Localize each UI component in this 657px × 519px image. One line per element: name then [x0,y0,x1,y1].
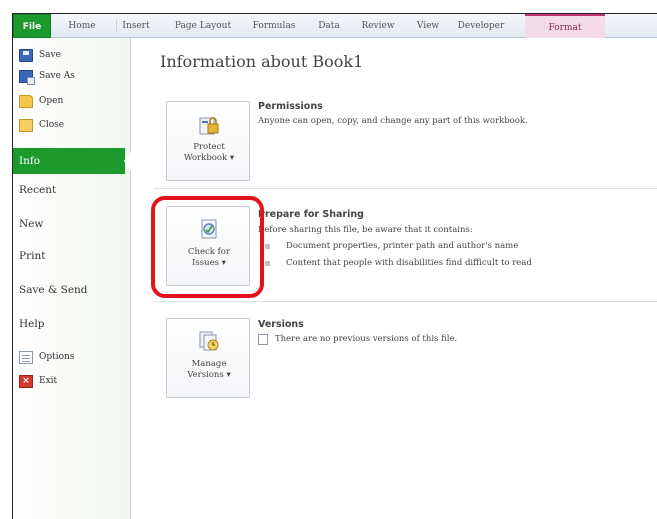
protect-workbook-label: Protect Workbook ▾ [167,142,251,164]
section-divider [154,188,657,189]
versions-text: There are no previous versions of this f… [275,334,458,344]
versions-heading: Versions [258,319,304,330]
tab-format[interactable]: Format [525,14,605,38]
document-versions-icon [258,334,268,345]
tab-page-layout[interactable]: Page Layout [173,14,233,38]
close-folder-icon [19,118,33,132]
highlight-annotation [151,196,264,298]
ribbon-tab-strip: File Home Insert Page Layout Formulas Da… [13,14,657,38]
tab-formulas[interactable]: Formulas [249,14,299,38]
nav-close-label: Close [39,120,65,130]
versions-icon [199,331,219,351]
manage-versions-button[interactable]: Manage Versions ▾ [166,318,250,398]
prepare-bullet-item: Document properties, printer path and au… [265,241,518,251]
open-folder-icon [19,94,33,108]
manage-versions-line2: Versions ▾ [187,370,231,380]
nav-recent[interactable]: Recent [19,184,56,196]
nav-options[interactable]: Options [19,348,74,366]
nav-open[interactable]: Open [19,92,63,110]
tab-view[interactable]: View [413,14,443,38]
save-as-icon [19,69,35,85]
nav-options-label: Options [39,352,75,362]
nav-new[interactable]: New [19,218,43,230]
tab-insert[interactable]: Insert [119,14,153,38]
prepare-sharing-text: Before sharing this file, be aware that … [258,225,473,235]
permissions-text: Anyone can open, copy, and change any pa… [258,116,528,126]
nav-close[interactable]: Close [19,116,64,134]
section-divider [154,301,657,302]
exit-icon: × [19,374,33,388]
protect-workbook-line2: Workbook ▾ [183,153,235,163]
tab-file[interactable]: File [13,14,51,38]
prepare-sharing-heading: Prepare for Sharing [258,209,364,220]
prepare-bullet-item: Content that people with disabilities fi… [265,258,532,268]
nav-save-as[interactable]: Save As [19,67,75,85]
nav-help[interactable]: Help [19,318,44,330]
permissions-heading: Permissions [258,101,323,112]
tab-data[interactable]: Data [315,14,343,38]
selected-pointer-arrow [124,148,133,174]
tab-separator [116,19,117,33]
nav-print[interactable]: Print [19,250,45,262]
bullet-square [265,243,270,249]
lock-icon [199,117,219,135]
prepare-bullet-text: Content that people with disabilities fi… [286,258,532,268]
backstage-nav: Save Save As Open Close Info Recent New … [13,38,133,519]
prepare-bullet-text: Document properties, printer path and au… [286,241,519,251]
page-title: Information about Book1 [160,52,364,71]
nav-save-label: Save [39,50,61,60]
protect-workbook-line1: Protect [193,142,225,152]
nav-save[interactable]: Save [19,46,61,64]
manage-versions-line1: Manage [191,359,227,369]
nav-info[interactable]: Info [13,148,125,174]
nav-open-label: Open [39,96,64,106]
nav-save-send[interactable]: Save & Send [19,284,88,296]
bullet-square [265,260,270,266]
options-icon [19,350,33,364]
protect-workbook-button[interactable]: Protect Workbook ▾ [166,101,250,181]
nav-save-as-label: Save As [39,71,75,81]
save-icon [19,48,33,62]
manage-versions-label: Manage Versions ▾ [167,359,251,381]
tab-home[interactable]: Home [65,14,99,38]
tab-review[interactable]: Review [359,14,397,38]
nav-exit-label: Exit [39,376,58,386]
nav-exit[interactable]: × Exit [19,372,57,390]
excel-backstage-window: File Home Insert Page Layout Formulas Da… [12,13,657,519]
tab-developer[interactable]: Developer [451,14,511,38]
